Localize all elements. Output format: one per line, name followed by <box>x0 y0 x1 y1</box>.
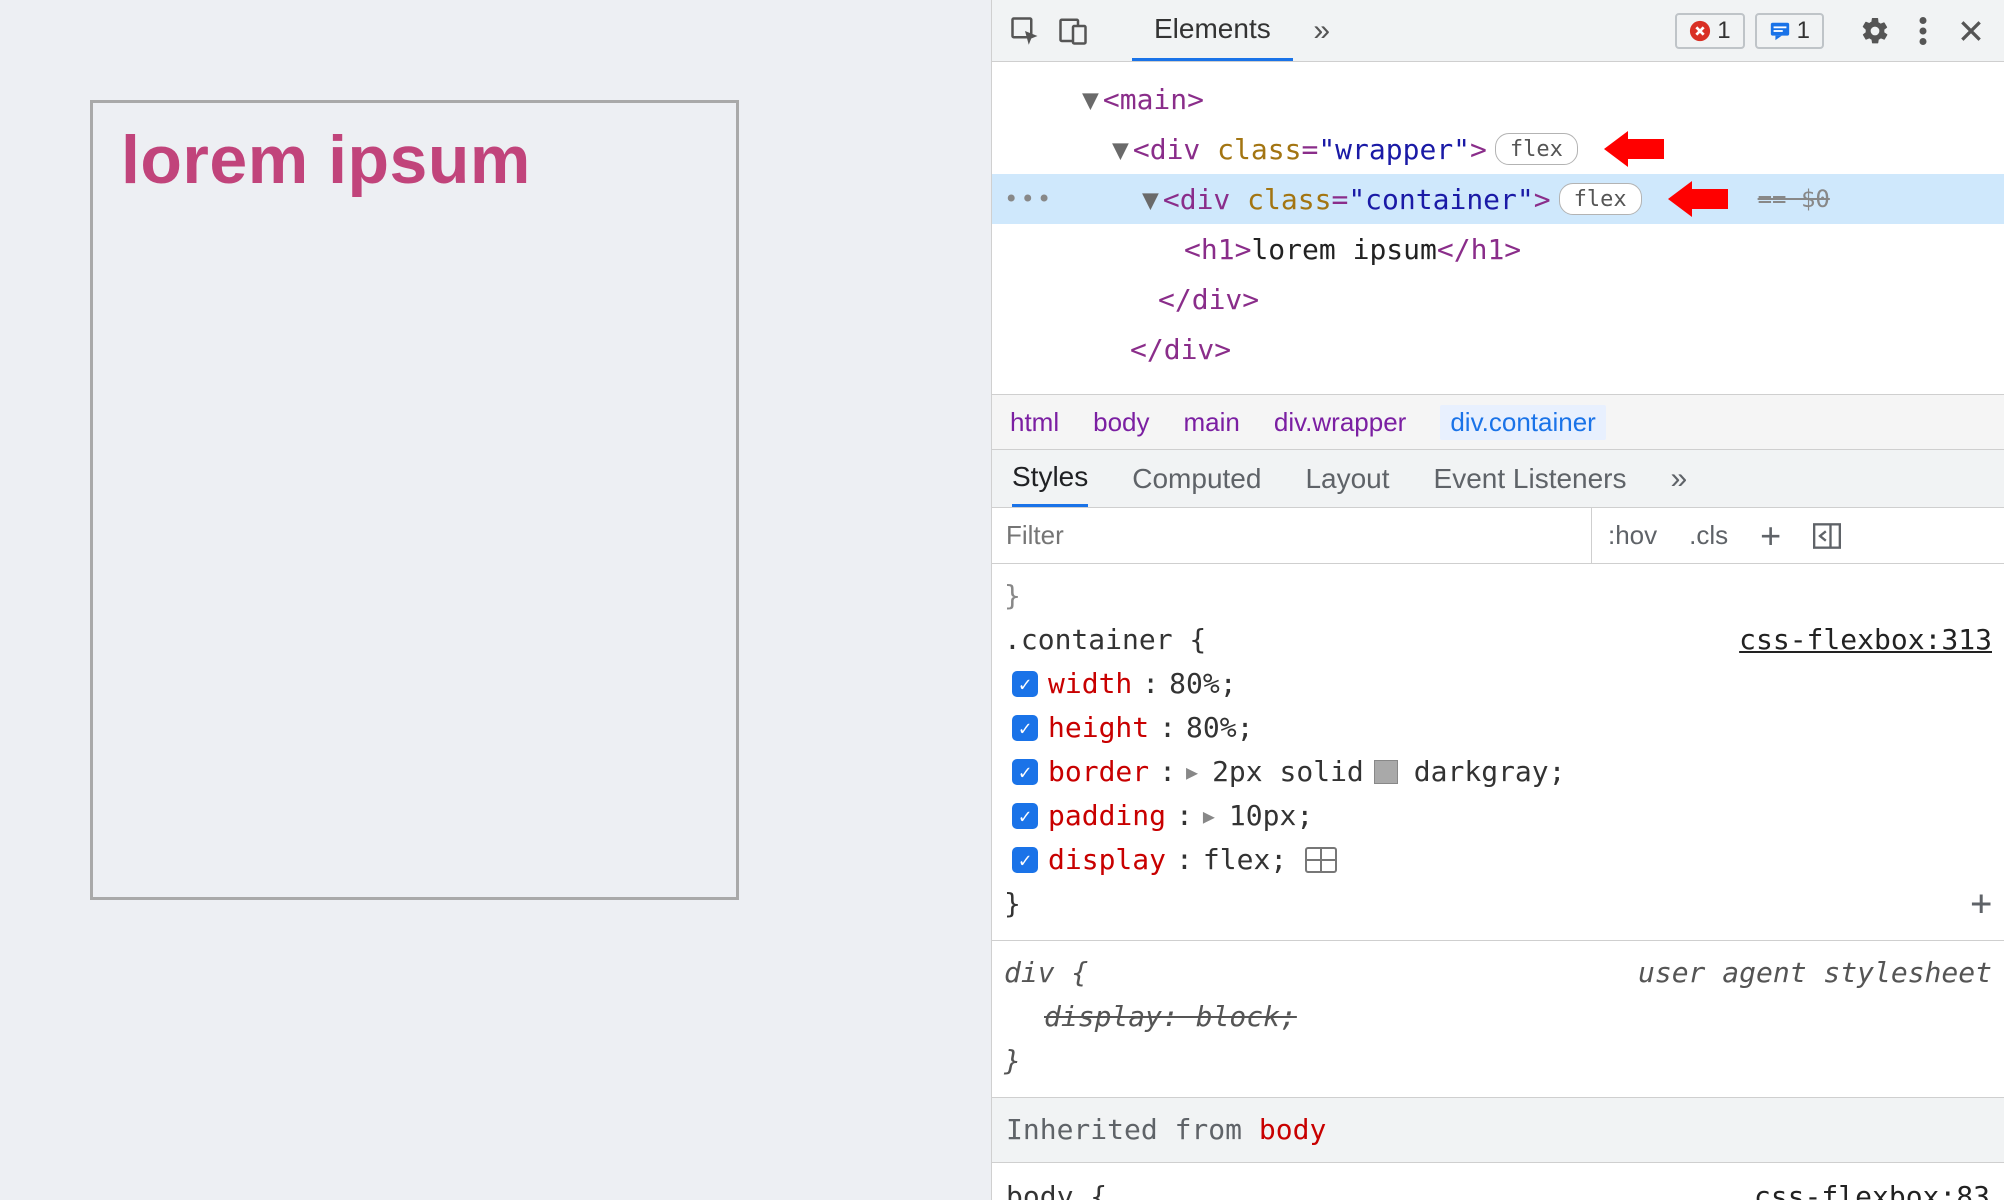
errors-badge[interactable]: 1 <box>1675 13 1744 49</box>
flex-badge[interactable]: flex <box>1559 183 1642 215</box>
rendered-heading: lorem ipsum <box>121 121 531 879</box>
new-style-rule-button[interactable]: + <box>1744 508 1797 563</box>
selection-indicator: == $0 <box>1758 185 1830 213</box>
flex-badge[interactable]: flex <box>1495 133 1578 165</box>
breadcrumb-item[interactable]: div.wrapper <box>1274 407 1406 438</box>
css-property-row[interactable]: ✓ display: flex; <box>1004 838 1992 882</box>
tab-styles[interactable]: Styles <box>1012 450 1088 507</box>
rendered-page-preview: lorem ipsum <box>0 0 991 1200</box>
rule-container[interactable]: .container { css-flexbox:313 <box>1004 618 1992 662</box>
rule-user-agent: div { user agent stylesheet <box>1004 951 1992 995</box>
css-property-row[interactable]: ✓ width: 80%; <box>1004 662 1992 706</box>
tab-elements[interactable]: Elements <box>1132 0 1293 61</box>
tab-computed[interactable]: Computed <box>1132 463 1261 495</box>
dom-row-div-close[interactable]: </div> <box>992 324 2004 374</box>
breadcrumb-item[interactable]: html <box>1010 407 1059 438</box>
rule-body[interactable]: body { css-flexbox:83 <box>1004 1171 1992 1200</box>
color-swatch-icon[interactable] <box>1374 760 1398 784</box>
ellipsis-icon[interactable]: ••• <box>1004 185 1053 213</box>
property-checkbox[interactable]: ✓ <box>1012 759 1038 785</box>
styles-pane[interactable]: } .container { css-flexbox:313 ✓ width: … <box>992 564 2004 1200</box>
dom-row-wrapper[interactable]: ▼<div class="wrapper"> flex <box>992 124 2004 174</box>
breadcrumb-item-selected[interactable]: div.container <box>1440 405 1606 440</box>
computed-sidebar-toggle-icon[interactable] <box>1797 508 1857 563</box>
tab-event-listeners[interactable]: Event Listeners <box>1434 463 1627 495</box>
dom-tree[interactable]: ▼<main> ▼<div class="wrapper"> flex ••• … <box>992 62 2004 394</box>
tab-layout[interactable]: Layout <box>1305 463 1389 495</box>
rendered-container: lorem ipsum <box>90 100 739 900</box>
error-icon <box>1689 20 1711 42</box>
rule-close-brace: } <box>1004 882 1021 926</box>
expand-shorthand-icon[interactable]: ▶ <box>1203 794 1219 838</box>
expand-shorthand-icon[interactable]: ▶ <box>1186 750 1202 794</box>
ua-source-label: user agent stylesheet <box>1638 951 1992 995</box>
hov-toggle[interactable]: :hov <box>1592 508 1673 563</box>
subtabs-overflow-icon[interactable]: » <box>1671 462 1688 496</box>
css-property-row[interactable]: ✓ border: ▶2px solid darkgray; <box>1004 750 1992 794</box>
source-link[interactable]: css-flexbox:83 <box>1754 1175 1990 1200</box>
property-checkbox[interactable]: ✓ <box>1012 671 1038 697</box>
annotation-arrow-icon <box>1604 135 1664 163</box>
annotation-arrow-icon <box>1668 185 1728 213</box>
dom-row-div-close[interactable]: </div> <box>992 274 2004 324</box>
property-checkbox[interactable]: ✓ <box>1012 847 1038 873</box>
property-checkbox[interactable]: ✓ <box>1012 715 1038 741</box>
cls-toggle[interactable]: .cls <box>1673 508 1744 563</box>
devtools-panel: Elements » 1 1 ▼<main> <box>991 0 2004 1200</box>
inspect-icon[interactable] <box>1006 12 1044 50</box>
dom-row-main[interactable]: ▼<main> <box>992 74 2004 124</box>
styles-filter-bar: :hov .cls + <box>992 508 2004 564</box>
breadcrumb-item[interactable]: main <box>1184 407 1240 438</box>
styles-subtabs: Styles Computed Layout Event Listeners » <box>992 450 2004 508</box>
errors-count: 1 <box>1717 17 1730 45</box>
css-property-row[interactable]: ✓ height: 80%; <box>1004 706 1992 750</box>
property-checkbox[interactable]: ✓ <box>1012 803 1038 829</box>
chevron-down-icon[interactable]: ▼ <box>1112 133 1133 166</box>
breadcrumb: html body main div.wrapper div.container <box>992 394 2004 450</box>
styles-filter-input[interactable] <box>992 508 1592 563</box>
tabs-overflow-icon[interactable]: » <box>1303 12 1341 50</box>
message-icon <box>1769 20 1791 42</box>
css-property-row[interactable]: ✓ padding: ▶10px; <box>1004 794 1992 838</box>
devtools-toolbar: Elements » 1 1 <box>992 0 2004 62</box>
flex-editor-icon[interactable] <box>1305 847 1337 873</box>
close-icon[interactable] <box>1952 12 1990 50</box>
add-property-button[interactable]: + <box>1970 882 1992 926</box>
source-link[interactable]: css-flexbox:313 <box>1739 618 1992 662</box>
breadcrumb-item[interactable]: body <box>1093 407 1149 438</box>
inherited-section: Inherited from body <box>992 1097 2004 1163</box>
dom-row-container[interactable]: ••• ▼<div class="container"> flex == $0 <box>992 174 2004 224</box>
overridden-property: display: block; <box>1044 1000 1297 1033</box>
rule-close-brace: } <box>1004 574 1992 618</box>
rule-close-brace: } <box>1004 1039 1992 1083</box>
messages-badge[interactable]: 1 <box>1755 13 1824 49</box>
dom-row-h1[interactable]: <h1>lorem ipsum</h1> <box>992 224 2004 274</box>
settings-icon[interactable] <box>1856 12 1894 50</box>
chevron-down-icon[interactable]: ▼ <box>1142 183 1163 216</box>
kebab-menu-icon[interactable] <box>1904 12 1942 50</box>
messages-count: 1 <box>1797 17 1810 45</box>
device-toggle-icon[interactable] <box>1054 12 1092 50</box>
chevron-down-icon[interactable]: ▼ <box>1082 83 1103 116</box>
